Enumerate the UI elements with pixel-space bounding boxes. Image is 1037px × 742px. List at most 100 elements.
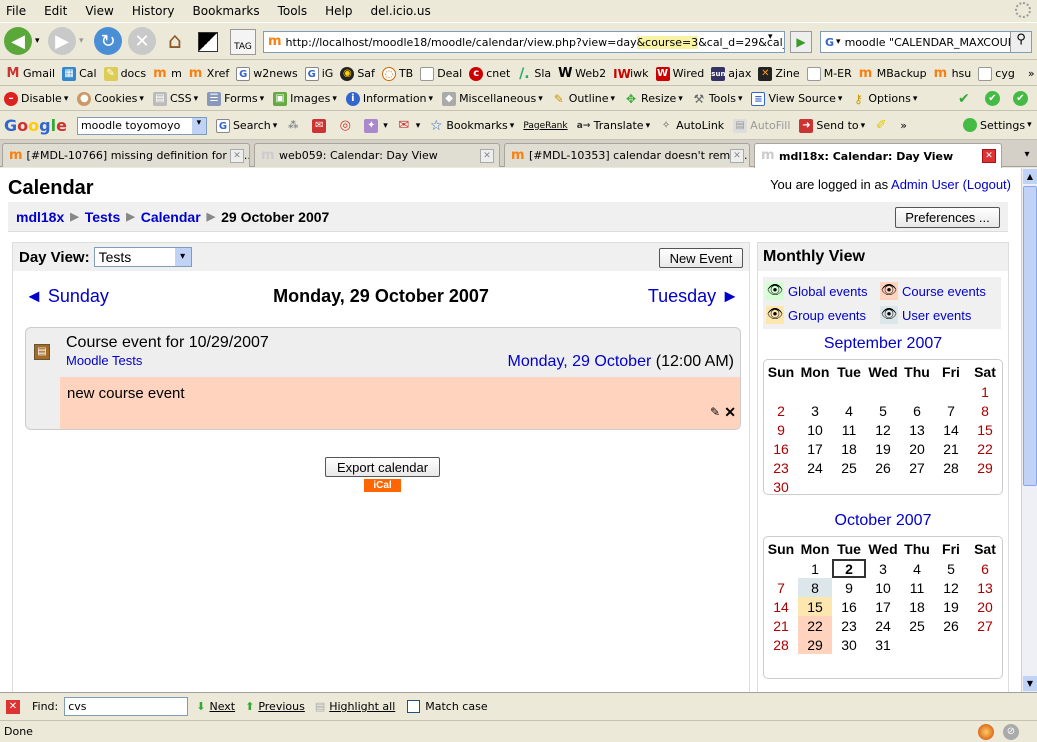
bookmark-xref[interactable]: m Xref: [189, 67, 229, 81]
stop-button[interactable]: ✕: [128, 27, 156, 55]
bookmark-ig[interactable]: GiG: [304, 66, 333, 81]
calendar-day[interactable]: 24: [866, 616, 900, 635]
bookmark-docs[interactable]: ✎ docs: [103, 66, 146, 81]
tab-mdl-10766[interactable]: m [#MDL-10766] missing definition for st.…: [2, 143, 250, 167]
reload-button[interactable]: ↻: [94, 27, 122, 55]
google-bookmarks-button[interactable]: ☆ Bookmarks: [429, 119, 514, 133]
calendar-day[interactable]: 28: [934, 458, 968, 477]
menu-file[interactable]: File: [0, 4, 26, 18]
news-icon[interactable]: ⁂: [286, 119, 303, 133]
bookmark-iwk[interactable]: IW iwk: [613, 67, 648, 81]
more-bookmarks-icon[interactable]: »: [1028, 67, 1035, 80]
forward-button[interactable]: ▶: [48, 27, 76, 55]
calendar-day[interactable]: 23: [832, 616, 866, 635]
google-search-input[interactable]: moodle toyomoyo ▾: [76, 116, 207, 135]
calendar-day[interactable]: 8: [798, 578, 832, 597]
breadcrumb-course[interactable]: Tests: [85, 209, 121, 225]
scroll-up-icon[interactable]: ▲: [1023, 169, 1037, 184]
close-icon[interactable]: ✕: [730, 149, 744, 163]
tab-mdl18x-active[interactable]: m mdl18x: Calendar: Day View ✕: [754, 143, 1002, 168]
calendar-day[interactable]: 3: [866, 559, 900, 578]
bookmark-cal[interactable]: ▦ Cal: [62, 66, 97, 81]
breadcrumb-calendar[interactable]: Calendar: [141, 209, 201, 225]
more-tools-icon[interactable]: »: [900, 119, 907, 132]
back-dropdown-icon[interactable]: ▾: [35, 36, 40, 46]
calendar-day[interactable]: 12: [934, 578, 968, 597]
legend-group[interactable]: 👁 Group events: [766, 306, 866, 324]
find-next-button[interactable]: Next: [209, 700, 235, 713]
translate-button[interactable]: a→ Translate: [577, 119, 650, 133]
calendar-day[interactable]: 16: [764, 439, 798, 458]
calendar-day[interactable]: 21: [764, 616, 798, 635]
cookies-menu[interactable]: ● Cookies: [77, 91, 144, 106]
calendar-day[interactable]: 27: [900, 458, 934, 477]
calendar-day[interactable]: 3: [798, 401, 832, 420]
spellcheck-icon[interactable]: ◎: [338, 118, 355, 133]
calendar-day[interactable]: 10: [866, 578, 900, 597]
breadcrumb-site[interactable]: mdl18x: [16, 209, 64, 225]
calendar-day[interactable]: 6: [900, 401, 934, 420]
calendar-day[interactable]: 28: [764, 635, 798, 654]
bookmark-sla[interactable]: /. Sla: [517, 67, 551, 81]
vertical-scrollbar[interactable]: ▲ ▼: [1021, 168, 1037, 692]
close-icon[interactable]: ✕: [480, 149, 494, 163]
options-menu[interactable]: ⚷ Options: [851, 92, 917, 106]
calendar-day[interactable]: 13: [968, 578, 1002, 597]
delete-icon[interactable]: ✕: [724, 404, 736, 421]
calendar-day[interactable]: 5: [934, 559, 968, 578]
calendar-day[interactable]: 22: [968, 439, 1002, 458]
menu-bookmarks[interactable]: Bookmarks: [185, 4, 260, 18]
menu-delicious[interactable]: del.icio.us: [363, 4, 431, 18]
calendar-day[interactable]: 11: [900, 578, 934, 597]
bookmark-mbackup[interactable]: m MBackup: [859, 67, 927, 81]
menu-tools[interactable]: Tools: [270, 4, 308, 18]
calendar-day[interactable]: 30: [764, 477, 798, 496]
bookmark-wired[interactable]: W Wired: [655, 66, 704, 81]
calendar-day[interactable]: 20: [968, 597, 1002, 616]
ical-badge[interactable]: iCal: [364, 479, 401, 492]
scroll-down-icon[interactable]: ▼: [1023, 676, 1037, 691]
bookmark-cyg[interactable]: cyg: [978, 66, 1015, 81]
close-find-icon[interactable]: ✕: [6, 699, 20, 714]
calendar-day[interactable]: 30: [832, 635, 866, 654]
google-logo[interactable]: Google: [4, 116, 67, 135]
information-menu[interactable]: i Information: [345, 91, 433, 106]
delicious-icon[interactable]: [198, 32, 218, 52]
calendar-day[interactable]: 23: [764, 458, 798, 477]
calendar-day[interactable]: 29: [798, 635, 832, 654]
bookmark-saf[interactable]: ◉ Saf: [340, 66, 375, 81]
calendar-day[interactable]: 21: [934, 439, 968, 458]
calendar-day[interactable]: 1: [968, 382, 1002, 401]
calendar-day[interactable]: 19: [934, 597, 968, 616]
calendar-day[interactable]: 6: [968, 559, 1002, 578]
url-bar[interactable]: m http://localhost/moodle18/moodle/calen…: [263, 31, 785, 53]
miscellaneous-menu[interactable]: ◆ Miscellaneous: [442, 91, 543, 106]
check-icon[interactable]: ✔: [958, 91, 970, 107]
calendar-day[interactable]: 7: [764, 578, 798, 597]
bookmark-m[interactable]: mm: [153, 67, 182, 81]
tab-mdl-10353[interactable]: m [#MDL-10353] calendar doesn't reme... ✕: [504, 143, 750, 167]
bookmark-gmail[interactable]: M Gmail: [6, 66, 56, 81]
menu-history[interactable]: History: [124, 4, 175, 18]
event-date-link[interactable]: Monday, 29 October: [508, 353, 652, 370]
send-to-button[interactable]: ➜ Send to: [799, 118, 865, 133]
preferences-button[interactable]: Preferences ...: [895, 207, 1000, 228]
legend-course[interactable]: 👁 Course events: [880, 282, 986, 300]
highlighter-icon[interactable]: ✐: [874, 118, 891, 133]
home-button[interactable]: ⌂: [161, 27, 189, 55]
images-menu[interactable]: ▣ Images: [273, 91, 337, 106]
calendar-day[interactable]: 2: [764, 401, 798, 420]
calendar-day[interactable]: 12: [866, 420, 900, 439]
calendar-day[interactable]: 8: [968, 401, 1002, 420]
calendar-day[interactable]: 26: [866, 458, 900, 477]
calendar-day[interactable]: 31: [866, 635, 900, 654]
calendar-day[interactable]: 4: [832, 401, 866, 420]
firefox-icon[interactable]: [978, 724, 994, 740]
calendar-day[interactable]: 2: [832, 559, 866, 578]
calendar-day[interactable]: 14: [934, 420, 968, 439]
forms-menu[interactable]: ☰ Forms: [207, 91, 264, 106]
calendar-day[interactable]: 27: [968, 616, 1002, 635]
mail-menu[interactable]: ✉: [397, 118, 421, 133]
tools-menu[interactable]: ⚒ Tools: [692, 92, 743, 106]
september-title[interactable]: September 2007: [758, 335, 1008, 353]
